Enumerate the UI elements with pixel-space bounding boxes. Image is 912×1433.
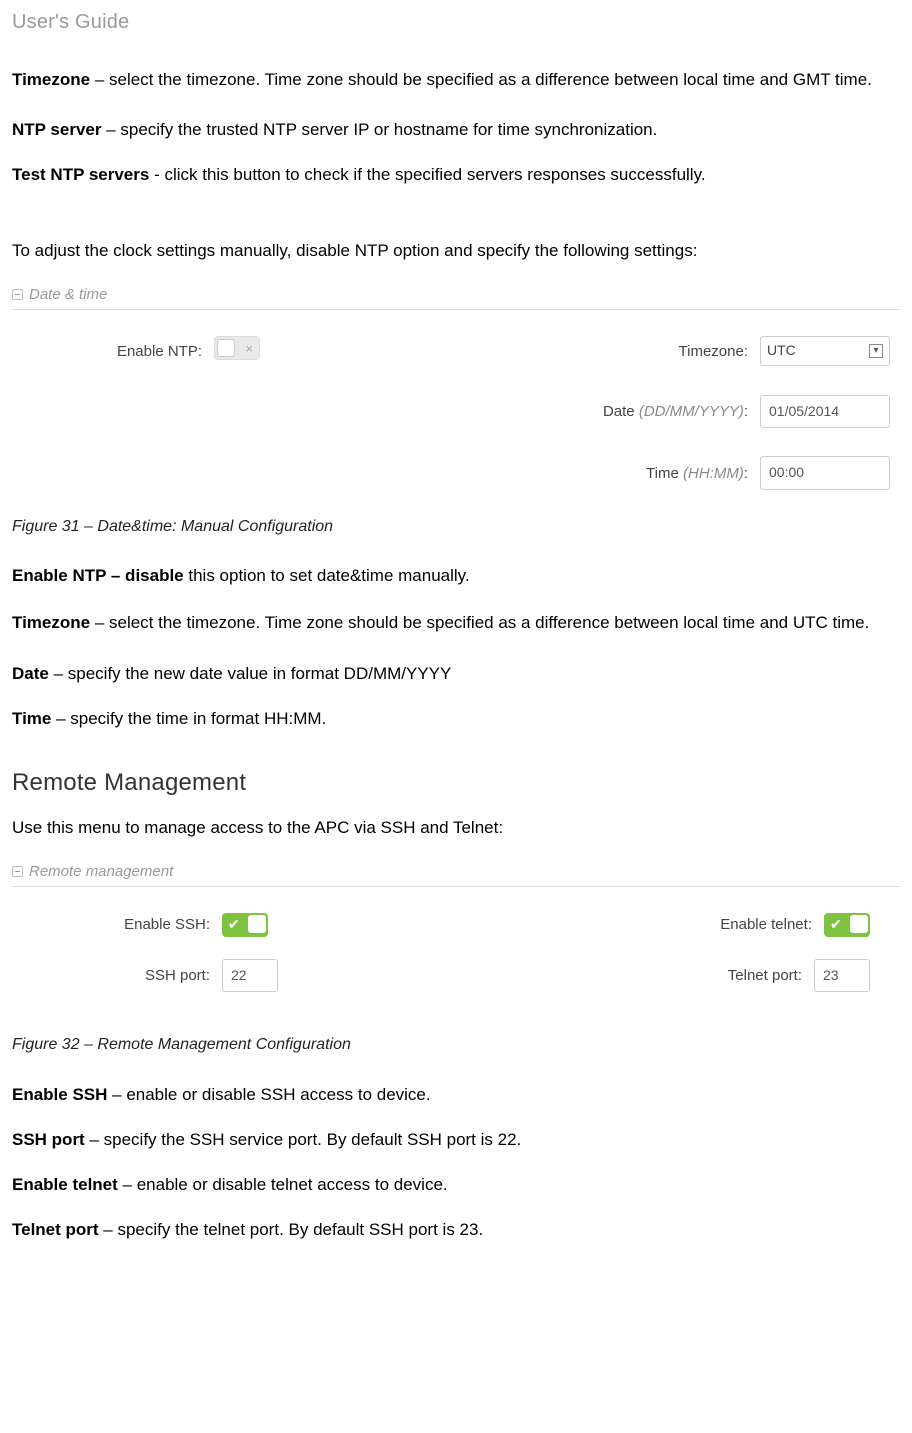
enable-ssh-term: Enable SSH	[12, 1085, 107, 1104]
para-time: Time – specify the time in format HH:MM.	[12, 705, 900, 732]
date-term: Date	[12, 664, 49, 683]
ntp-server-term: NTP server	[12, 120, 101, 139]
test-ntp-desc: - click this button to check if the spec…	[149, 165, 705, 184]
time-label-suffix: :	[744, 465, 748, 482]
timezone-field-label: Timezone:	[260, 341, 760, 362]
ssh-port-term: SSH port	[12, 1130, 85, 1149]
telnet-port-term: Telnet port	[12, 1220, 99, 1239]
enable-ssh-label: Enable SSH:	[22, 914, 222, 935]
collapse-icon[interactable]	[12, 289, 23, 300]
para-enable-ntp-disable: Enable NTP – disable this option to set …	[12, 562, 900, 589]
para-manual-intro: To adjust the clock settings manually, d…	[12, 237, 900, 264]
enable-ntp-toggle[interactable]: ×	[214, 336, 260, 360]
para-date: Date – specify the new date value in for…	[12, 660, 900, 687]
enable-ntp-disable-desc: this option to set date&time manually.	[184, 566, 470, 585]
para-enable-telnet: Enable telnet – enable or disable telnet…	[12, 1171, 900, 1198]
para-ntp-server: NTP server – specify the trusted NTP ser…	[12, 116, 900, 143]
para-timezone-utc: Timezone – select the timezone. Time zon…	[12, 607, 900, 639]
timezone-utc-term: Timezone	[12, 613, 90, 632]
telnet-port-desc: – specify the telnet port. By default SS…	[99, 1220, 484, 1239]
enable-ssh-toggle[interactable]: ✔	[222, 913, 268, 937]
date-label-prefix: Date	[603, 403, 639, 420]
telnet-port-input[interactable]: 23	[814, 959, 870, 993]
para-telnet-port: Telnet port – specify the telnet port. B…	[12, 1216, 900, 1243]
page-header: User's Guide	[12, 0, 900, 64]
remote-management-intro: Use this menu to manage access to the AP…	[12, 814, 900, 841]
date-label-hint: (DD/MM/YYYY)	[639, 403, 744, 420]
ntp-server-desc: – specify the trusted NTP server IP or h…	[101, 120, 657, 139]
test-ntp-term: Test NTP servers	[12, 165, 149, 184]
timezone-select[interactable]: UTC ▾	[760, 336, 890, 366]
time-input[interactable]: 00:00	[760, 456, 890, 490]
para-ssh-port: SSH port – specify the SSH service port.…	[12, 1126, 900, 1153]
enable-ntp-disable-term: Enable NTP – disable	[12, 566, 184, 585]
time-term: Time	[12, 709, 51, 728]
datetime-panel-title-text: Date & time	[29, 284, 107, 305]
date-desc: – specify the new date value in format D…	[49, 664, 452, 683]
datetime-panel-title: Date & time	[12, 282, 900, 310]
para-timezone: Timezone – select the timezone. Time zon…	[12, 64, 900, 96]
enable-telnet-label: Enable telnet:	[456, 914, 824, 935]
collapse-icon[interactable]	[12, 866, 23, 877]
chevron-down-icon: ▾	[869, 344, 883, 358]
remote-panel: Remote management Enable SSH: ✔ Enable t…	[12, 859, 900, 1025]
enable-ntp-label: Enable NTP:	[22, 341, 214, 362]
timezone-desc: – select the timezone. Time zone should …	[90, 70, 872, 89]
datetime-panel: Date & time Enable NTP: × Timezone: UTC …	[12, 282, 900, 506]
remote-management-heading: Remote Management	[12, 766, 900, 800]
time-desc: – specify the time in format HH:MM.	[51, 709, 326, 728]
time-field-label: Time (HH:MM):	[260, 463, 760, 484]
enable-telnet-desc: – enable or disable telnet access to dev…	[118, 1175, 448, 1194]
time-label-prefix: Time	[646, 465, 683, 482]
timezone-select-value: UTC	[767, 341, 796, 361]
time-label-hint: (HH:MM)	[683, 465, 744, 482]
enable-telnet-term: Enable telnet	[12, 1175, 118, 1194]
enable-ssh-desc: – enable or disable SSH access to device…	[107, 1085, 430, 1104]
para-enable-ssh: Enable SSH – enable or disable SSH acces…	[12, 1081, 900, 1108]
figure-32-caption: Figure 32 – Remote Management Configurat…	[12, 1034, 900, 1056]
ssh-port-desc: – specify the SSH service port. By defau…	[85, 1130, 522, 1149]
ssh-port-label: SSH port:	[22, 965, 222, 986]
figure-31-caption: Figure 31 – Date&time: Manual Configurat…	[12, 516, 900, 538]
date-field-label: Date (DD/MM/YYYY):	[260, 401, 760, 422]
date-label-suffix: :	[744, 403, 748, 420]
enable-telnet-toggle[interactable]: ✔	[824, 913, 870, 937]
para-test-ntp: Test NTP servers - click this button to …	[12, 161, 900, 188]
timezone-utc-desc: – select the timezone. Time zone should …	[90, 613, 869, 632]
date-input[interactable]: 01/05/2014	[760, 395, 890, 429]
remote-panel-title-text: Remote management	[29, 861, 173, 882]
ssh-port-input[interactable]: 22	[222, 959, 278, 993]
remote-panel-title: Remote management	[12, 859, 900, 887]
telnet-port-label: Telnet port:	[456, 965, 814, 986]
timezone-term: Timezone	[12, 70, 90, 89]
